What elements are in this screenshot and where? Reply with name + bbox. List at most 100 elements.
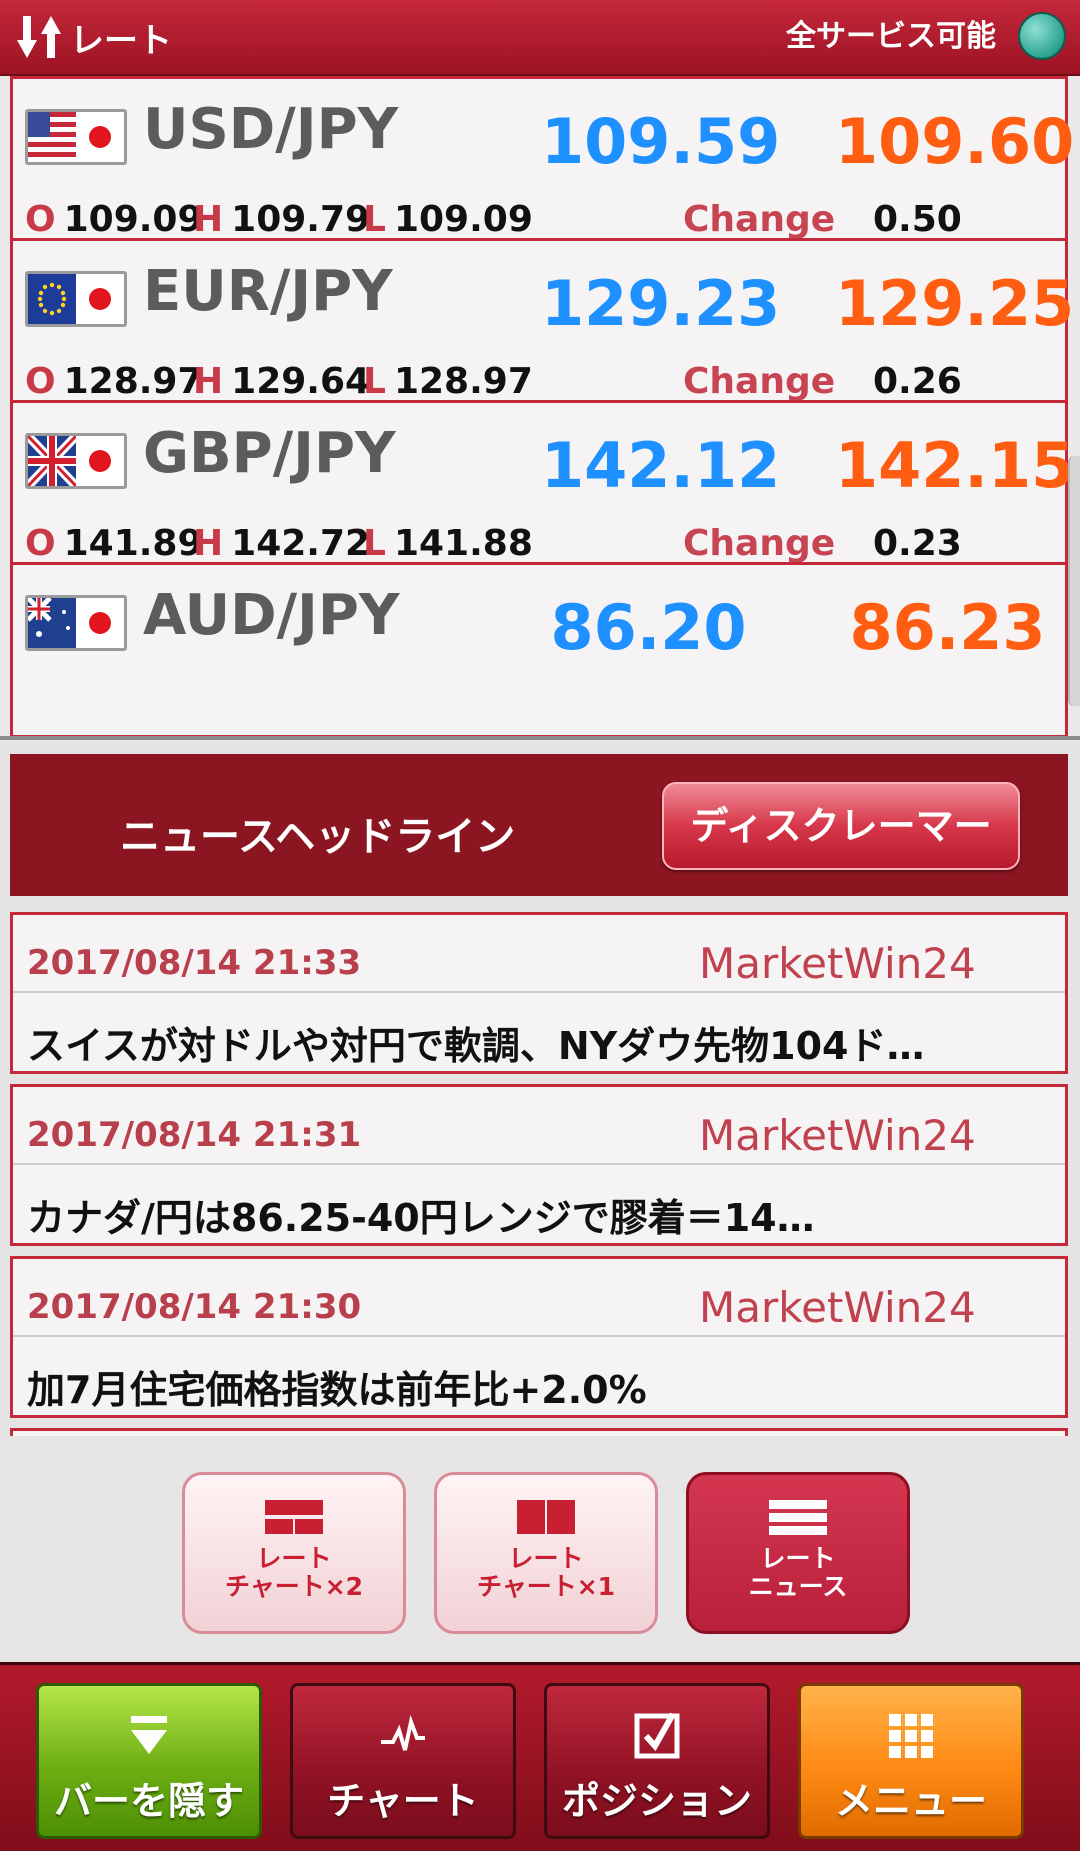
currency-pair: EUR/JPY: [143, 259, 393, 324]
news-separator: [13, 1335, 1065, 1337]
news-source: MarketWin24: [699, 1111, 976, 1160]
news-item[interactable]: 2017/08/14 21:33 MarketWin24 スイスが対ドルや対円で…: [10, 912, 1068, 1074]
news-item[interactable]: 2017/08/14 21:31 MarketWin24 カナダ/円は86.25…: [10, 1084, 1068, 1246]
change-label: Change: [683, 523, 836, 564]
chart-line-icon: [381, 1714, 425, 1751]
gbp-jpy-flags-icon: [25, 433, 127, 489]
news-separator: [13, 991, 1065, 993]
open-label: O: [25, 361, 56, 402]
news-headline-title: ニュースヘッドライン: [120, 814, 516, 860]
open-value: O 141.89: [25, 523, 203, 564]
change-value: 0.23: [873, 523, 962, 564]
hide-bar-button[interactable]: バーを隠す: [36, 1683, 262, 1839]
high-label: H: [193, 523, 224, 564]
rate-row-audjpy[interactable]: AUD/JPY 86.20 86.23: [10, 562, 1068, 736]
news-list[interactable]: 2017/08/14 21:33 MarketWin24 スイスが対ドルや対円で…: [0, 906, 1080, 1436]
section-divider: [0, 736, 1080, 740]
layout-two-columns-icon: [517, 1500, 575, 1534]
aud-jpy-flags-icon: [25, 595, 127, 651]
tab-label: メニュー: [834, 1779, 987, 1823]
change-label: Change: [683, 361, 836, 402]
header-title-group[interactable]: レート: [14, 14, 172, 61]
ask-price[interactable]: 109.60: [835, 105, 1074, 178]
open-value: O 109.09: [25, 199, 203, 240]
bid-price[interactable]: 142.12: [541, 429, 780, 502]
currency-pair: USD/JPY: [143, 97, 399, 162]
layout-switcher: レート チャート×2 レート チャート×1 レート ニュース: [0, 1438, 1080, 1660]
news-datetime: 2017/08/14 21:33: [27, 943, 362, 983]
bid-price[interactable]: 109.59: [541, 105, 780, 178]
ask-price[interactable]: 86.23: [835, 591, 1060, 664]
open-number: 128.97: [63, 361, 203, 402]
layout-label-line1: レート: [256, 1544, 332, 1573]
currency-pair: AUD/JPY: [143, 583, 400, 648]
rate-row-usdjpy[interactable]: USD/JPY 109.59 109.60 O 109.09 H 109.79 L1…: [10, 76, 1074, 252]
open-number: 141.89: [63, 523, 203, 564]
news-item[interactable]: 2017/08/14 21:30 MarketWin24 加7月住宅価格指数は前…: [10, 1256, 1068, 1418]
high-value: H 129.64: [193, 361, 370, 402]
rate-row-eurjpy[interactable]: EUR/JPY 129.23 129.25 O 128.97 H 129.64 L1…: [10, 238, 1074, 414]
app-header: レート 全サービス可能: [0, 0, 1080, 76]
high-number: 129.64: [231, 361, 371, 402]
rate-row-gbpjpy[interactable]: GBP/JPY 142.12 142.15 O 141.89 H 142.72 L1…: [10, 400, 1074, 576]
tab-label: ポジション: [561, 1779, 752, 1823]
usd-jpy-flags-icon: [25, 109, 127, 165]
low-label: L: [363, 361, 386, 402]
high-number: 109.79: [231, 199, 371, 240]
sort-arrows-icon: [17, 16, 61, 58]
layout-label-line1: レート: [508, 1544, 584, 1573]
eur-jpy-flags-icon: [25, 271, 127, 327]
low-value: L 109.09: [363, 199, 533, 240]
low-number: 109.09: [393, 199, 533, 240]
news-headline: 加7月住宅価格指数は前年比+2.0%: [27, 1368, 647, 1412]
low-number: 141.88: [393, 523, 533, 564]
ask-price[interactable]: 142.15: [835, 429, 1074, 502]
low-label: L: [363, 523, 386, 564]
bottom-tab-bar: バーを隠す チャート ポジション メニュー: [0, 1662, 1080, 1851]
tab-label: チャート: [327, 1779, 479, 1823]
news-header: ニュースヘッドライン ディスクレーマー: [10, 754, 1068, 896]
low-number: 128.97: [393, 361, 533, 402]
news-headline: スイスが対ドルや対円で軟調、NYダウ先物104ド…: [27, 1024, 925, 1068]
layout-rate-news-button[interactable]: レート ニュース: [686, 1472, 910, 1634]
news-source: MarketWin24: [699, 1283, 976, 1332]
currency-pair: GBP/JPY: [143, 421, 396, 486]
layout-label-line2: チャート×1: [476, 1572, 616, 1601]
layout-two-rows-icon: [265, 1500, 323, 1534]
layout-rate-chart-x1-button[interactable]: レート チャート×1: [434, 1472, 658, 1634]
checkbox-icon: [634, 1712, 680, 1759]
low-label: L: [363, 199, 386, 240]
tab-menu[interactable]: メニュー: [798, 1683, 1024, 1839]
news-item[interactable]: [10, 1428, 1068, 1436]
open-value: O 128.97: [25, 361, 203, 402]
open-label: O: [25, 199, 56, 240]
tab-chart[interactable]: チャート: [290, 1683, 516, 1839]
ask-price[interactable]: 129.25: [835, 267, 1074, 340]
news-datetime: 2017/08/14 21:31: [27, 1115, 362, 1155]
layout-label-line1: レート: [760, 1544, 836, 1573]
service-status-text: 全サービス可能: [786, 19, 996, 54]
open-number: 109.09: [63, 199, 203, 240]
tab-position[interactable]: ポジション: [544, 1683, 770, 1839]
low-value: L 141.88: [363, 523, 533, 564]
change-value: 0.50: [873, 199, 962, 240]
low-value: L 128.97: [363, 361, 533, 402]
grid-menu-icon: [889, 1714, 933, 1758]
open-label: O: [25, 523, 56, 564]
layout-label-line2: ニュース: [748, 1572, 848, 1601]
rate-list[interactable]: USD/JPY 109.59 109.60 O 109.09 H 109.79 L1…: [0, 76, 1080, 736]
news-headline: カナダ/円は86.25-40円レンジで膠着＝14…: [27, 1196, 815, 1240]
high-label: H: [193, 361, 224, 402]
news-datetime: 2017/08/14 21:30: [27, 1287, 362, 1327]
bid-price[interactable]: 86.20: [541, 591, 756, 664]
tab-label: バーを隠す: [53, 1779, 244, 1823]
bid-price[interactable]: 129.23: [541, 267, 780, 340]
layout-rate-chart-x2-button[interactable]: レート チャート×2: [182, 1472, 406, 1634]
change-label: Change: [683, 199, 836, 240]
high-value: H 109.79: [193, 199, 370, 240]
high-value: H 142.72: [193, 523, 370, 564]
scroll-handle[interactable]: [1068, 456, 1080, 706]
disclaimer-button[interactable]: ディスクレーマー: [662, 782, 1020, 870]
status-indicator-icon: [1018, 12, 1066, 60]
hide-down-icon: [131, 1716, 167, 1754]
